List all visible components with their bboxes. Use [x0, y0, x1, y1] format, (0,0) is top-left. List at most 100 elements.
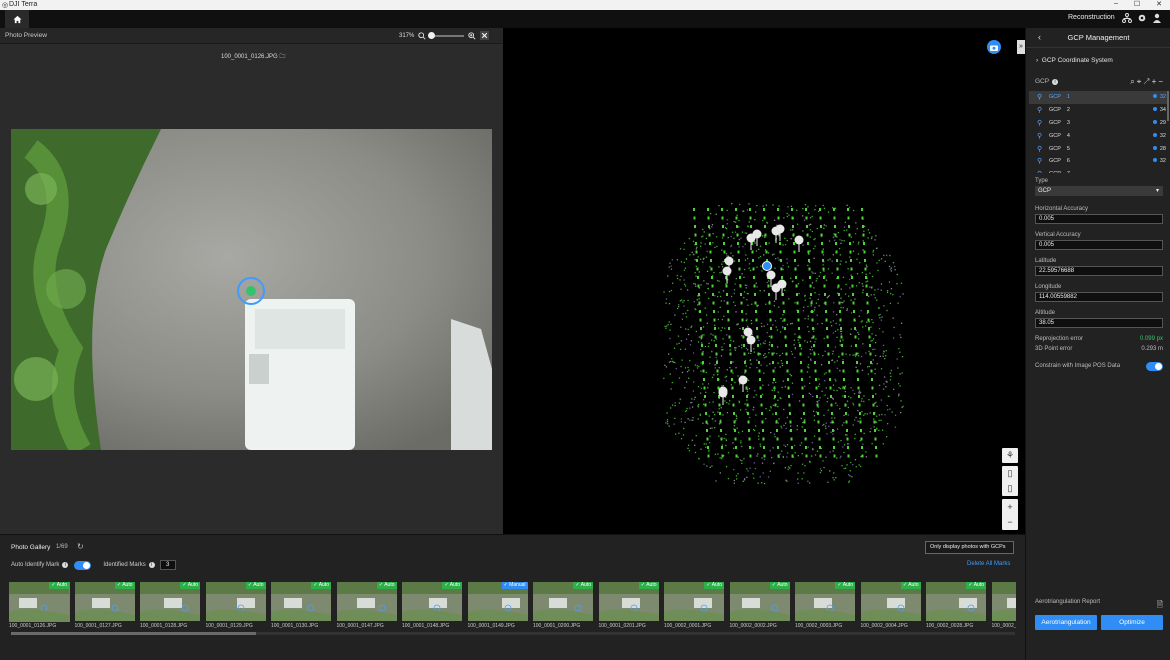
camera-count-icon [1152, 158, 1157, 163]
remove-icon[interactable]: − [1158, 77, 1165, 86]
preview-photo[interactable] [11, 129, 492, 450]
zoom-slider[interactable] [428, 31, 465, 39]
photo-thumbnail[interactable]: ✓ Auto 100_0001_0126.JPG [9, 582, 70, 629]
gcp-item-count-value: 29 [1159, 119, 1166, 126]
zoom-in-icon[interactable] [468, 31, 476, 40]
gcp-coordinate-system-row[interactable]: › GCP Coordinate System [1036, 57, 1113, 64]
user-icon[interactable] [1152, 13, 1162, 23]
gcp-list-item[interactable]: ⚲ GCP 6 32 [1029, 155, 1167, 168]
thumbnail-name: 100_0001_0130.JPG [271, 623, 319, 629]
photo-gallery: Photo Gallery 1/69 ↻ Auto Identify Mark i… [0, 534, 1025, 660]
info-icon[interactable]: i [1052, 79, 1059, 85]
photo-thumbnail[interactable]: ✓ Auto 100_0001_0201.JPG [598, 582, 659, 629]
document-icon[interactable]: 🗎 [1157, 599, 1163, 613]
share-icon[interactable]: ↗ [1143, 77, 1151, 86]
camera-button[interactable] [987, 40, 1001, 54]
close-window-button[interactable]: ✕ [1156, 0, 1162, 8]
close-preview-icon[interactable] [480, 31, 490, 40]
photo-thumbnail[interactable]: ✓ Auto 100_0002_0001.JPG [664, 582, 724, 629]
collapse-panel-button[interactable]: » [1017, 40, 1025, 54]
gcp-list-item[interactable]: ⚲ GCP 3 29 [1029, 117, 1167, 130]
optimize-button[interactable]: Optimize [1101, 615, 1163, 630]
photo-thumbnail[interactable]: ✓ Auto 100_0002_0028.JPG [926, 582, 986, 629]
refresh-icon[interactable]: ↻ [77, 542, 84, 551]
gallery-options: Auto Identify Mark i Identified Marks i 3 [11, 560, 176, 570]
altitude-input[interactable]: 38.05 [1035, 318, 1163, 328]
gcp-item-id: 6 [1066, 158, 1070, 165]
gcp-list-item[interactable]: ⚲ GCP 7 [1029, 168, 1167, 173]
photo-thumbnail[interactable]: ✓ Auto 100_0001_0130.JPG [271, 582, 331, 629]
point-cloud-canvas[interactable] [503, 28, 1025, 534]
gallery-scrollbar[interactable] [11, 632, 1015, 635]
photo-thumbnail[interactable]: ✓ Auto 100_0001_0128.JPG [140, 582, 200, 629]
constrain-row: Constrain with Image POS Data [1035, 362, 1163, 371]
photo-thumbnail[interactable]: ✓ Auto 100_0001_0129.JPG [205, 582, 266, 629]
photo-thumbnail[interactable]: ✓ Auto 100_0001_0127.JPG [74, 582, 135, 629]
horizontal-accuracy-input[interactable]: 0.005 [1035, 214, 1163, 224]
view-toggle-tool[interactable]: ▯ ▯ [1002, 466, 1018, 496]
photo-thumbnail[interactable]: ✓ Auto 100_0001_0200.JPG [533, 582, 593, 629]
home-button[interactable] [5, 10, 29, 28]
photo-filter-value: Only display photos with GCPs [930, 544, 1006, 550]
zoom-tool[interactable]: + − [1002, 499, 1018, 530]
mode-label[interactable]: Reconstruction [1068, 14, 1115, 21]
photo-filter-select[interactable]: Only display photos with GCPs [925, 541, 1014, 554]
info-icon[interactable]: i [62, 562, 69, 568]
thumbnail-image: ✓ Manual [467, 582, 528, 621]
gcp-marker[interactable] [722, 266, 732, 284]
photo-thumbnail[interactable]: ✓ Auto 100_0002_0003.JPG [795, 582, 855, 629]
delete-all-marks-link[interactable]: Delete All Marks [967, 561, 1010, 567]
thumbnail-image [991, 582, 1016, 621]
auto-identify-toggle[interactable] [74, 560, 92, 570]
gear-icon[interactable] [1137, 13, 1147, 23]
maximize-button[interactable]: ☐ [1134, 0, 1140, 8]
gcp-item-name: GCP [1049, 119, 1061, 126]
thumbnail-image: ✓ Auto [664, 582, 724, 621]
longitude-input[interactable]: 114.00559882 [1035, 292, 1163, 302]
info-icon[interactable]: i [148, 562, 155, 568]
latitude-input[interactable]: 22.59576688 [1035, 266, 1163, 276]
gcp-list-scrollbar[interactable] [1167, 91, 1169, 121]
network-icon[interactable] [1122, 13, 1132, 23]
type-select[interactable]: GCP ▾ [1035, 186, 1163, 196]
photo-thumbnail[interactable]: ✓ Auto 100_0001_0147.JPG [336, 582, 397, 629]
photo-thumbnail[interactable]: ✓ Auto 100_0002_0002.JPG [729, 582, 790, 629]
gcp-item-count-value: 28 [1159, 145, 1166, 152]
plus-icon[interactable]: + [1007, 502, 1012, 512]
thumbnail-name: 100_0002_0028.JPG [926, 623, 974, 629]
minus-icon[interactable]: − [1007, 517, 1012, 527]
zoom-slider-knob[interactable] [428, 31, 436, 39]
top-toolbar: Reconstruction [0, 10, 1170, 28]
photo-thumbnail[interactable]: ✓ Manual 100_0001_0149.JPG [467, 582, 528, 629]
gallery-scrollbar-knob[interactable] [11, 632, 256, 635]
constrain-toggle[interactable] [1146, 362, 1163, 371]
mark-status-badge: ✓ Auto [180, 582, 200, 589]
photo-thumbnail[interactable]: 100_0002_ [991, 582, 1016, 629]
selected-gcp-marker[interactable] [762, 261, 772, 271]
gcp-list-item[interactable]: ⚲ GCP 5 28 [1029, 142, 1167, 155]
gcp-list-item[interactable]: ⚲ GCP 2 34 [1029, 104, 1167, 117]
view-mode-tool[interactable]: ⚘ [1002, 448, 1018, 463]
photo-thumbnail[interactable]: ✓ Auto 100_0001_0148.JPG [402, 582, 462, 629]
thumbnail-name: 100_0001_0148.JPG [402, 623, 450, 629]
folder-icon[interactable]: 🗀 [279, 54, 285, 60]
gcp-item-name: GCP [1049, 171, 1061, 173]
gcp-marker[interactable] [794, 235, 804, 253]
camera-count-icon [1152, 132, 1157, 137]
mark-status-badge: ✓ Auto [311, 582, 331, 589]
identified-marks-input[interactable]: 3 [159, 560, 176, 570]
gcp-list-item[interactable]: ⚲ GCP 4 32 [1029, 129, 1167, 142]
minimize-button[interactable]: ‒ [1114, 0, 1118, 8]
gcp-list-header: GCP i ⌕⌖↗+− [1035, 77, 1165, 86]
aerotriangulation-button[interactable]: Aerotriangulation [1035, 615, 1097, 630]
gcp-item-count: 28 [1152, 145, 1166, 152]
gcp-list-item[interactable]: ⚲ GCP 1 32 [1029, 91, 1167, 104]
thumbnail-name: 100_0002_0001.JPG [664, 623, 712, 629]
vertical-accuracy-input[interactable]: 0.005 [1035, 240, 1163, 250]
photo-thumbnail[interactable]: ✓ Auto 100_0002_0004.JPG [860, 582, 921, 629]
point-cloud-view[interactable]: » [503, 28, 1025, 534]
app-title: DJI Terra [9, 1, 38, 8]
gcp-marker[interactable] [771, 283, 781, 301]
view-mode-icon: ⚘ [1005, 450, 1015, 460]
zoom-out-icon[interactable] [418, 31, 426, 40]
